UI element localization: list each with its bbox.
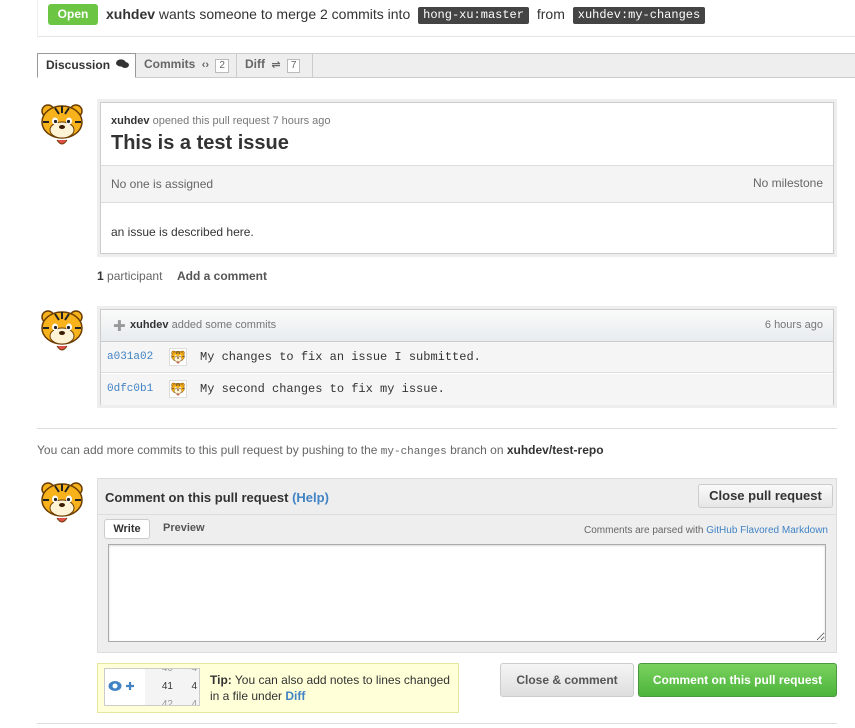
push-note-middle: branch on bbox=[450, 443, 504, 457]
line-number: 40 bbox=[161, 668, 173, 674]
add-comment-link[interactable]: Add a comment bbox=[177, 269, 267, 283]
from-text: from bbox=[536, 6, 565, 22]
line-number: 4 bbox=[191, 668, 197, 674]
tab-diff-label: Diff bbox=[245, 57, 265, 71]
pull-request-tabs: Discussion Commits ‹› 2 Diff ⇌ 7 bbox=[37, 53, 855, 78]
page-title: This is a test issue bbox=[111, 132, 289, 154]
base-branch-ref: hong-xu:master bbox=[418, 7, 529, 24]
line-number: 4 bbox=[191, 681, 197, 692]
close-and-comment-button[interactable]: Close & comment bbox=[500, 663, 634, 697]
divider bbox=[37, 428, 837, 429]
discussion-meta: xuhdev opened this pull request 7 hours … bbox=[111, 115, 331, 127]
divider bbox=[98, 514, 836, 515]
comment-button[interactable]: Comment on this pull request bbox=[638, 663, 837, 697]
author-link[interactable]: xuhdev bbox=[111, 115, 150, 127]
comment-plus-icon bbox=[108, 679, 134, 696]
avatar[interactable] bbox=[37, 306, 87, 354]
status-badge: Open bbox=[48, 4, 98, 25]
help-link[interactable]: (Help) bbox=[292, 490, 329, 505]
commit-row: a031a02 My changes to fix an issue I sub… bbox=[101, 342, 833, 373]
commits-meta-text: added some commits bbox=[171, 319, 277, 331]
tab-commits-label: Commits bbox=[144, 57, 196, 71]
close-pull-request-button[interactable]: Close pull request bbox=[698, 484, 833, 508]
author-link[interactable]: xuhdev bbox=[106, 6, 155, 22]
avatar[interactable] bbox=[169, 380, 187, 398]
line-number: 41 bbox=[161, 681, 173, 692]
comment-form-title-text: Comment on this pull request bbox=[105, 490, 289, 505]
author-link[interactable]: xuhdev bbox=[130, 319, 169, 331]
tab-discussion-label: Discussion bbox=[46, 58, 111, 72]
tip-label: Tip: bbox=[210, 673, 232, 687]
tab-diff[interactable]: Diff ⇌ 7 bbox=[237, 53, 313, 78]
commit-row: 0dfc0b1 My second changes to fix my issu… bbox=[101, 374, 833, 405]
tip-body: You can also add notes to lines changed … bbox=[210, 673, 450, 703]
line-number: 42 bbox=[161, 699, 173, 706]
summary-text: wants someone to merge 2 commits into bbox=[158, 6, 411, 22]
plus-icon: ✚ bbox=[113, 318, 126, 335]
issue-description: an issue is described here. bbox=[111, 225, 254, 239]
branch-name: my-changes bbox=[380, 446, 447, 458]
push-note-prefix: You can add more commits to this pull re… bbox=[37, 443, 378, 457]
commit-sha-link[interactable]: 0dfc0b1 bbox=[107, 383, 153, 395]
repo-link[interactable]: xuhdev/test-repo bbox=[507, 443, 604, 457]
head-branch-ref: xuhdev:my-changes bbox=[572, 7, 706, 24]
participants: 1 participant bbox=[97, 269, 162, 283]
commit-message[interactable]: My second changes to fix my issue. bbox=[200, 382, 445, 396]
commit-sha-link[interactable]: a031a02 bbox=[107, 351, 153, 363]
markdown-note-text: Comments are parsed with bbox=[584, 525, 704, 536]
markdown-link[interactable]: GitHub Flavored Markdown bbox=[706, 525, 828, 536]
comment-textarea[interactable] bbox=[108, 544, 826, 642]
comments-icon bbox=[116, 59, 130, 72]
comment-form-title: Comment on this pull request (Help) bbox=[105, 490, 329, 505]
pull-request-summary: xuhdev wants someone to merge 2 commits … bbox=[106, 6, 709, 24]
avatar[interactable] bbox=[37, 478, 87, 526]
push-note: You can add more commits to this pull re… bbox=[37, 443, 604, 458]
tab-discussion[interactable]: Discussion bbox=[37, 53, 136, 78]
tab-commits-count: 2 bbox=[215, 59, 229, 73]
tab-preview[interactable]: Preview bbox=[163, 522, 205, 534]
avatar[interactable] bbox=[169, 348, 187, 366]
diff-link[interactable]: Diff bbox=[285, 689, 305, 703]
commits-time: 6 hours ago bbox=[764, 319, 823, 331]
discussion-meta-text: opened this pull request 7 hours ago bbox=[152, 115, 331, 127]
tab-write[interactable]: Write bbox=[104, 519, 150, 539]
tab-commits[interactable]: Commits ‹› 2 bbox=[136, 53, 237, 78]
diff-icon: ⇌ bbox=[271, 59, 281, 71]
commit-message[interactable]: My changes to fix an issue I submitted. bbox=[200, 350, 481, 364]
assignee-text[interactable]: No one is assigned bbox=[111, 177, 213, 191]
commits-meta: xuhdev added some commits bbox=[130, 319, 276, 331]
divider bbox=[37, 723, 837, 724]
tip-text: Tip: You can also add notes to lines cha… bbox=[210, 672, 450, 704]
participants-count: 1 bbox=[97, 269, 104, 283]
line-number: 4 bbox=[191, 699, 197, 706]
code-icon: ‹› bbox=[201, 59, 210, 71]
markdown-note: Comments are parsed with GitHub Flavored… bbox=[584, 525, 828, 536]
avatar[interactable] bbox=[37, 100, 87, 148]
milestone-text[interactable]: No milestone bbox=[753, 176, 823, 190]
participants-label: participant bbox=[107, 269, 163, 283]
tab-diff-count: 7 bbox=[286, 59, 301, 73]
